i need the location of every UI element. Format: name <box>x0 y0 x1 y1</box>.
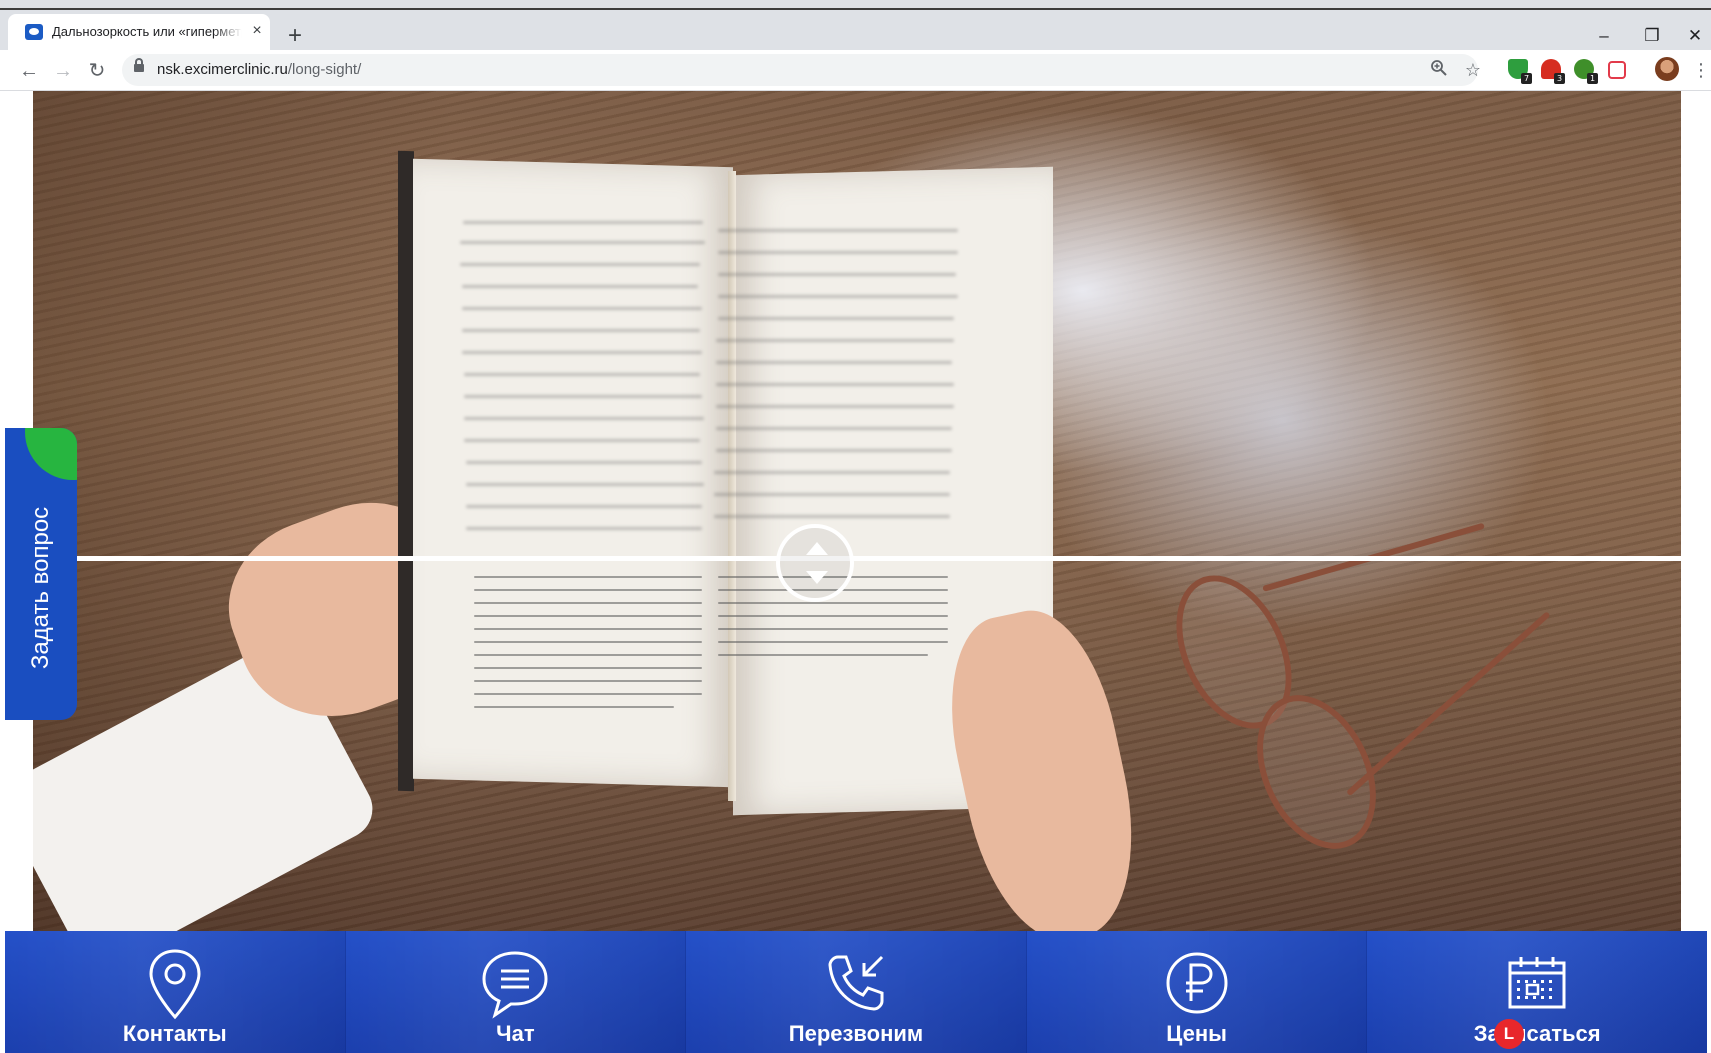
zoom-icon[interactable] <box>1428 59 1450 81</box>
tab-long-sight[interactable]: Дальнозоркость или «гиперметропия» × <box>8 14 270 50</box>
nav-chat-label: Чат <box>496 1021 535 1046</box>
location-pin-icon <box>135 943 215 1023</box>
tab-title: Дальнозоркость или «гиперметропия» <box>52 24 242 39</box>
calendar-icon <box>1497 943 1577 1023</box>
extension-shield-green-icon[interactable]: 7 <box>1508 59 1532 84</box>
reload-button[interactable]: ↻ <box>84 58 110 84</box>
ask-question-label: Задать вопрос <box>27 506 54 670</box>
arrow-up-icon <box>806 542 828 555</box>
new-tab-button[interactable]: + <box>282 24 308 50</box>
right-hand-shape <box>930 597 1156 931</box>
profile-avatar[interactable] <box>1655 57 1679 81</box>
url-host: nsk.excimerclinic.ru <box>157 61 288 78</box>
ask-tab-accent <box>25 428 77 480</box>
browser-toolbar: ← → ↻ nsk.excimerclinic.ru/long-sight/ ☆… <box>0 50 1711 91</box>
nav-contacts-button[interactable]: Контакты <box>5 931 346 1053</box>
tab-bar: Дальнозоркость или «гиперметропия» × + –… <box>0 10 1711 50</box>
hero-before-after-image[interactable] <box>33 91 1681 931</box>
page-viewport: Задать вопрос Контакты Чат Перезвоним Це… <box>0 91 1711 1053</box>
nav-prices-label: Цены <box>1166 1021 1227 1046</box>
up-down-arrows-icon[interactable] <box>776 524 854 602</box>
extension-shield-darkgreen-icon[interactable]: 1 <box>1574 59 1598 84</box>
arrow-down-icon <box>806 571 828 584</box>
window-top-strip <box>0 0 1711 10</box>
nav-callback-button[interactable]: Перезвоним <box>686 931 1027 1053</box>
eye-favicon-icon <box>25 24 43 40</box>
close-window-button[interactable]: ✕ <box>1680 24 1710 48</box>
forward-button[interactable]: → <box>50 58 76 84</box>
restore-button[interactable]: ❐ <box>1632 24 1672 48</box>
phone-callback-icon <box>816 943 896 1023</box>
nav-signup-label: Записаться <box>1473 1021 1601 1046</box>
url-path: /long-sight/ <box>287 61 362 78</box>
minimize-button[interactable]: – <box>1584 24 1624 48</box>
nav-chat-button[interactable]: Чат <box>345 931 687 1053</box>
ask-question-tab[interactable]: Задать вопрос <box>5 428 77 720</box>
glasses-temple-2 <box>1345 611 1551 797</box>
bookmark-star-icon[interactable]: ☆ <box>1462 59 1484 81</box>
back-button[interactable]: ← <box>16 58 42 84</box>
tab-close-icon[interactable]: × <box>248 22 266 40</box>
nav-prices-button[interactable]: Цены <box>1026 931 1368 1053</box>
ruble-icon <box>1157 943 1237 1023</box>
nav-callback-label: Перезвоним <box>788 1021 924 1046</box>
extension-shield-red-icon[interactable]: 3 <box>1541 59 1565 84</box>
lock-icon[interactable] <box>134 58 144 72</box>
bottom-nav-bar: Контакты Чат Перезвоним Цены Записаться <box>5 931 1707 1053</box>
address-bar[interactable]: nsk.excimerclinic.ru/long-sight/ ☆ <box>122 54 1481 86</box>
nav-signup-button[interactable]: Записаться <box>1367 931 1707 1053</box>
notification-badge[interactable]: L <box>1494 1019 1524 1049</box>
url-text[interactable]: nsk.excimerclinic.ru/long-sight/ <box>157 61 361 78</box>
extension-pocket-icon[interactable] <box>1608 61 1626 79</box>
compare-divider-line[interactable] <box>77 556 1681 561</box>
nav-contacts-label: Контакты <box>122 1021 227 1046</box>
browser-menu-button[interactable]: ⋮ <box>1692 58 1710 82</box>
chat-bubble-icon <box>475 943 555 1023</box>
